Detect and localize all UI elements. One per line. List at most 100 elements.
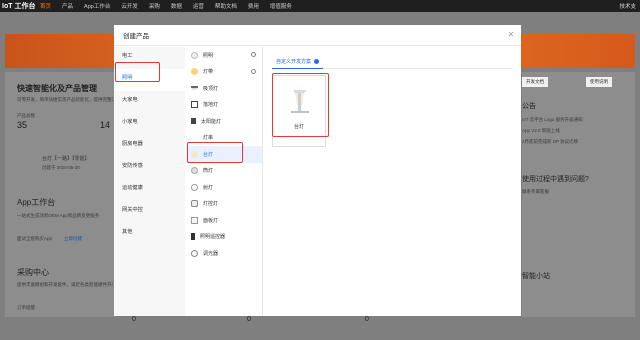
bg-purchase-title: 采购中心 <box>17 268 49 277</box>
brand-logo[interactable]: IoT 工作台 <box>0 1 40 11</box>
product-item-panel[interactable]: 面板灯 <box>186 212 262 229</box>
create-product-modal: 创建产品 ✕ 电工 照明 大家电 小家电 厨房电器 安防传感 运动健康 网关中控… <box>114 25 521 316</box>
modal-title: 创建产品 <box>123 33 149 40</box>
nav-operate[interactable]: 运营 <box>193 2 204 10</box>
product-item-solar[interactable]: 太阳能灯 <box>186 113 262 130</box>
product-item-label: 射灯 <box>203 184 214 191</box>
category-item-gateway[interactable]: 网关中控 <box>114 201 185 223</box>
product-item-strip[interactable]: 灯带 <box>186 64 262 81</box>
bg-heading-sub: 可零开发，简单快捷实现产品智能化，提供完整的产品管理解决方案 <box>17 97 113 102</box>
category-item-health[interactable]: 运动健康 <box>114 179 185 201</box>
product-type-list: 照明 灯带 吸顶灯 落地灯 太阳能灯 灯串 台灯 筒灯 射灯 灯控灯 面板灯 照… <box>186 47 263 316</box>
bg-q-title: 使用过程中遇到问题? <box>522 176 589 183</box>
bg-count-3: 0 <box>365 316 369 323</box>
product-item-label: 台灯 <box>203 151 214 158</box>
tab-custom-development[interactable]: 自定义开发方案 <box>272 55 324 69</box>
nav-cloud[interactable]: 云开发 <box>121 2 138 10</box>
search-icon[interactable] <box>251 52 256 57</box>
bg-app-title: App工作台 <box>17 198 56 207</box>
nav-vas[interactable]: 增值服务 <box>270 2 292 10</box>
bg-app-sub: 一站式生成涂鸦OEM App和品牌变更服务 <box>17 213 100 218</box>
product-item-label: 面板灯 <box>203 217 219 224</box>
bg-count-2: 0 <box>247 316 251 323</box>
bg-product-date: 创建于 2020-05-20 <box>42 165 80 170</box>
bulb-icon <box>191 51 198 59</box>
product-item-dimmer[interactable]: 调光器 <box>186 245 262 262</box>
bg-notice-1[interactable]: IoT 云平台 Logo 服务升级通知 <box>522 117 583 123</box>
product-item-label: 落地灯 <box>203 102 219 109</box>
bg-stat-value-1: 35 <box>17 120 28 130</box>
search-icon[interactable] <box>251 68 256 74</box>
category-item-electrician[interactable]: 电工 <box>114 47 185 69</box>
remote-control-icon <box>191 233 195 241</box>
product-card-desk-lamp[interactable]: 台灯 <box>272 75 326 147</box>
bg-help-button[interactable]: 使用说明 <box>586 77 612 87</box>
product-item-downlight[interactable]: 筒灯 <box>186 163 262 180</box>
category-item-other[interactable]: 其他 <box>114 223 185 245</box>
product-item-label: 调光器 <box>203 250 219 257</box>
bg-stat-label: 产品总数 <box>17 113 35 118</box>
solution-tabs: 自定义开发方案 <box>272 55 513 69</box>
product-item-lighting[interactable]: 照明 <box>186 47 262 64</box>
product-item-label: 灯带 <box>203 69 214 76</box>
floor-lamp-icon <box>191 101 198 109</box>
track-light-icon <box>191 200 198 208</box>
category-list: 电工 照明 大家电 小家电 厨房电器 安防传感 运动健康 网关中控 其他 <box>114 47 185 316</box>
close-icon[interactable]: ✕ <box>506 30 516 40</box>
product-item-remote[interactable]: 照明遥控器 <box>186 229 262 246</box>
ceiling-light-icon <box>191 86 198 91</box>
nav-product[interactable]: 产品 <box>62 2 73 10</box>
category-item-security[interactable]: 安防传感 <box>114 157 185 179</box>
nav-home[interactable]: 首页 <box>40 2 51 10</box>
bg-docs-button[interactable]: 开发文档 <box>522 77 548 87</box>
product-item-label: 太阳能灯 <box>201 118 222 125</box>
product-card-label: 台灯 <box>293 124 304 130</box>
product-item-string[interactable]: 灯串 <box>186 130 262 147</box>
tab-label: 自定义开发方案 <box>276 59 312 65</box>
panel-light-icon <box>191 216 198 224</box>
desk-lamp-icon <box>191 150 198 158</box>
product-item-spotlight[interactable]: 射灯 <box>186 179 262 196</box>
help-icon[interactable] <box>314 59 320 64</box>
bg-app-create-link[interactable]: 立即创建 <box>64 236 82 242</box>
nav-fee[interactable]: 费用 <box>248 2 259 10</box>
product-item-label: 筒灯 <box>203 168 214 175</box>
bg-left-panel <box>5 72 115 317</box>
product-item-label: 灯串 <box>203 135 214 142</box>
modal-header: 创建产品 <box>114 25 521 46</box>
category-item-lighting[interactable]: 照明 <box>114 69 185 91</box>
spotlight-icon <box>191 183 198 191</box>
bg-heading: 快速智能化及产品管理 <box>17 84 97 93</box>
bg-q-sub[interactable]: 联系专属客服 <box>522 189 549 195</box>
bg-order-label: 订单提醒 <box>17 305 35 310</box>
product-item-label: 照明 <box>203 52 214 59</box>
solution-panel: 自定义开发方案 台灯 <box>264 47 521 316</box>
product-item-floor[interactable]: 落地灯 <box>186 97 262 114</box>
category-item-large-appliance[interactable]: 大家电 <box>114 91 185 113</box>
bg-notice-2[interactable]: App V2.0 新版上线 <box>522 128 560 134</box>
light-strip-icon <box>191 68 198 76</box>
bg-purchase-sub: 提供丰富模组和开发套件，满足各类智能硬件开发需求 <box>17 282 113 287</box>
bg-count-1: 0 <box>132 316 136 323</box>
bg-app-link-text: 面试全套购买App <box>17 236 53 241</box>
category-item-kitchen[interactable]: 厨房电器 <box>114 135 185 157</box>
nav-app[interactable]: App工作台 <box>84 2 110 10</box>
bg-mini-title: 智能小站 <box>522 273 550 280</box>
tech-support-link[interactable]: 技术支 <box>619 2 636 10</box>
solar-light-icon <box>191 118 196 125</box>
bg-notice-3[interactable]: 2月底前完成新 DP 协议迁移 <box>522 139 578 145</box>
top-nav-bar: IoT 工作台 首页 产品 App工作台 云开发 采购 数据 运营 帮助文档 费… <box>0 0 640 12</box>
product-item-label: 照明遥控器 <box>200 234 226 241</box>
bg-product-name: 台灯【一路】【零能】 <box>42 156 90 162</box>
product-item-ceiling[interactable]: 吸顶灯 <box>186 80 262 97</box>
nav-docs[interactable]: 帮助文档 <box>215 2 237 10</box>
product-item-track[interactable]: 灯控灯 <box>186 196 262 213</box>
bg-stat-value-2: 14 <box>100 120 111 130</box>
category-item-small-appliance[interactable]: 小家电 <box>114 113 185 135</box>
nav-purchase[interactable]: 采购 <box>149 2 160 10</box>
product-item-desk-lamp[interactable]: 台灯 <box>186 146 262 163</box>
dimmer-icon <box>191 249 198 257</box>
nav-data[interactable]: 数据 <box>171 2 182 10</box>
downlight-icon <box>191 167 198 175</box>
product-item-label: 吸顶灯 <box>203 85 219 92</box>
